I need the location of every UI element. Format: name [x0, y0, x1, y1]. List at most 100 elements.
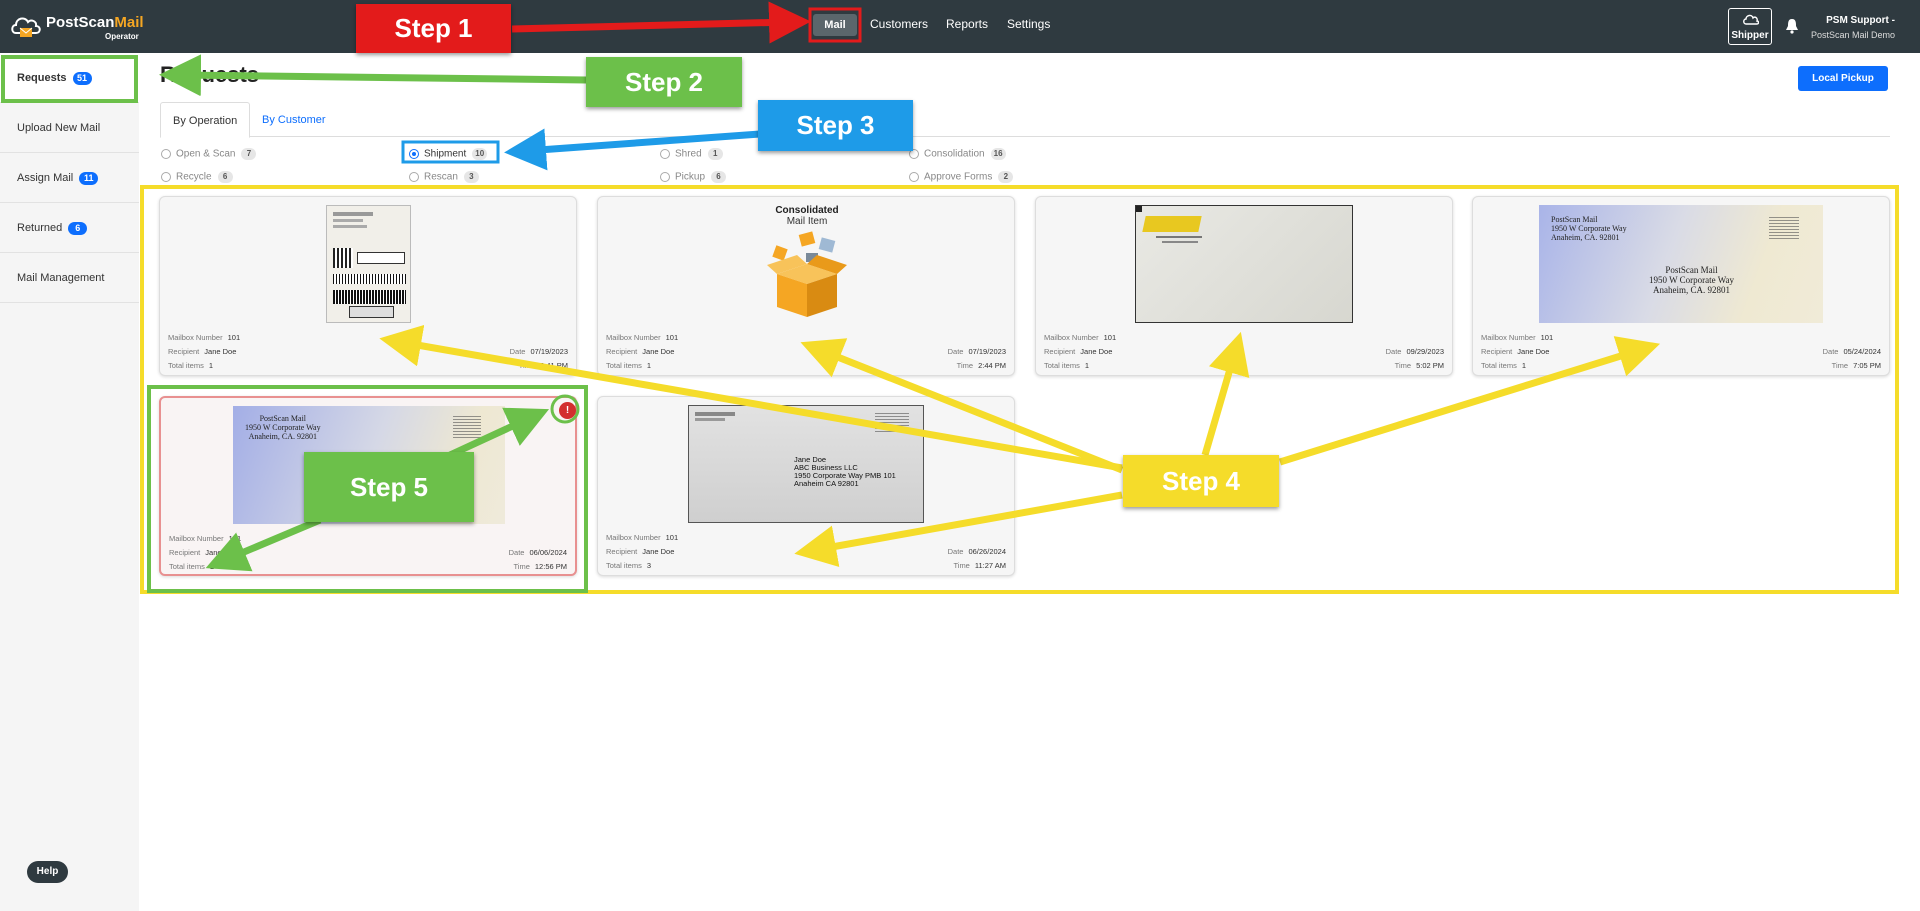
- filter-open-scan[interactable]: Open & Scan 7: [161, 148, 257, 160]
- radio-button[interactable]: [660, 149, 670, 159]
- step4-label: Step 4: [1123, 455, 1279, 507]
- top-navigation-bar: PostScanMail Operator Mail Customers Rep…: [0, 0, 1920, 53]
- radio-button[interactable]: [161, 149, 171, 159]
- user-organization: PostScan Mail Demo: [1810, 30, 1895, 40]
- filter-approve-forms[interactable]: Approve Forms 2: [909, 171, 1014, 183]
- mailbox-number: Mailbox Number 101: [606, 533, 678, 542]
- mail-card[interactable]: Mailbox Number 101 Recipient Jane Doe Tota…: [159, 196, 577, 376]
- meta-value: 2:41 PM: [540, 361, 568, 370]
- page-title: Requests: [160, 62, 260, 87]
- time: Time 2:41 PM: [519, 361, 568, 370]
- mailbox-number: Mailbox Number 101: [168, 333, 240, 342]
- shipper-label: Shipper: [1731, 30, 1769, 41]
- cloud-mail-icon: [11, 17, 41, 37]
- meta-label: Total items: [168, 361, 204, 370]
- consolidated-thumbnail: Consolidated Mail Item: [748, 205, 866, 323]
- local-pickup-button[interactable]: Local Pickup: [1798, 66, 1888, 91]
- meta-label: Total items: [606, 561, 642, 570]
- filter-count: 6: [217, 171, 233, 183]
- logo[interactable]: PostScanMail Operator: [10, 11, 150, 45]
- meta-value: 06/26/2024: [968, 547, 1006, 556]
- total-items: Total items 3: [606, 561, 651, 570]
- bell-icon[interactable]: [1785, 18, 1799, 34]
- filter-shipment[interactable]: Shipment 10: [409, 148, 488, 160]
- recipient-line: Anaheim, CA. 92801: [1653, 285, 1730, 295]
- recipient: Recipient Jane Doe: [1481, 347, 1549, 356]
- meta-value: 05/24/2024: [1843, 347, 1881, 356]
- sidebar-item-returned[interactable]: Returned 6: [0, 203, 139, 253]
- mailbox-number: Mailbox Number 101: [169, 534, 241, 543]
- total-items: Total items 1: [606, 361, 651, 370]
- date: Date 06/26/2024: [948, 547, 1006, 556]
- meta-label: Time: [518, 361, 536, 370]
- step3-label: Step 3: [758, 100, 913, 151]
- meta-label: Time: [1831, 361, 1849, 370]
- radio-button[interactable]: [409, 172, 419, 182]
- filter-pickup[interactable]: Pickup 6: [660, 171, 727, 183]
- meta-label: Recipient: [169, 548, 201, 557]
- sidebar-item-mail-management[interactable]: Mail Management: [0, 253, 139, 303]
- meta-value: Jane Doe: [204, 347, 237, 356]
- meta-value: 101: [665, 333, 679, 342]
- date: Date 09/29/2023: [1386, 347, 1444, 356]
- recipient: Recipient Jane Doe: [606, 547, 674, 556]
- filter-label: Shipment: [424, 148, 467, 160]
- radio-button-selected[interactable]: [409, 149, 419, 159]
- mail-card[interactable]: Consolidated Mail Item Mailbox Number 101…: [597, 196, 1015, 376]
- box-icon: [767, 231, 847, 317]
- radio-button[interactable]: [161, 172, 171, 182]
- filter-count: 6: [711, 171, 727, 183]
- sidebar-item-label: Upload New Mail: [17, 122, 101, 134]
- mail-card[interactable]: Jane Doe ABC Business LLC 1950 Corporate…: [597, 396, 1015, 576]
- filter-count: 7: [241, 148, 257, 160]
- tab-by-operation[interactable]: By Operation: [160, 102, 251, 138]
- meta-label: Total items: [169, 562, 205, 571]
- tab-by-customer[interactable]: By Customer: [250, 102, 338, 138]
- date: Date 05/24/2024: [1823, 347, 1881, 356]
- meta-label: Total items: [1044, 361, 1080, 370]
- alert-icon[interactable]: !: [559, 402, 576, 419]
- mailbox-number: Mailbox Number 101: [1044, 333, 1116, 342]
- sidebar-item-upload-new-mail[interactable]: Upload New Mail: [0, 103, 139, 153]
- meta-label: Date: [947, 547, 964, 556]
- help-button[interactable]: Help: [27, 861, 68, 883]
- mail-card[interactable]: PostScan Mail 1950 W Corporate Way Anahe…: [1472, 196, 1890, 376]
- mail-card[interactable]: Mailbox Number 101 Recipient Jane Doe Tota…: [1035, 196, 1453, 376]
- filter-consolidation[interactable]: Consolidation 16: [909, 148, 1006, 160]
- recipient-line: PostScan Mail: [1665, 265, 1718, 275]
- meta-label: Recipient: [606, 347, 638, 356]
- filter-shred[interactable]: Shred 1: [660, 148, 723, 160]
- filter-recycle[interactable]: Recycle 6: [161, 171, 233, 183]
- nav-reports[interactable]: Reports: [946, 17, 988, 31]
- time: Time 11:27 AM: [953, 561, 1006, 570]
- filter-label: Recycle: [176, 171, 212, 183]
- sender-line: 1950 W Corporate Way: [245, 423, 321, 432]
- nav-mail[interactable]: Mail: [813, 14, 857, 36]
- time: Time 2:44 PM: [957, 361, 1006, 370]
- nav-customers[interactable]: Customers: [870, 17, 928, 31]
- total-items: Total items 1: [1481, 361, 1526, 370]
- radio-button[interactable]: [909, 172, 919, 182]
- shipper-button[interactable]: Shipper: [1728, 8, 1772, 45]
- recipient: Recipient Jane Doe: [168, 347, 236, 356]
- meta-value: 101: [665, 533, 679, 542]
- filter-rescan[interactable]: Rescan 3: [409, 171, 479, 183]
- meta-value: Jane Doe: [205, 548, 238, 557]
- meta-label: Total items: [1481, 361, 1517, 370]
- filter-label: Open & Scan: [176, 148, 236, 160]
- recipient: Recipient Jane Doe: [606, 347, 674, 356]
- nav-settings[interactable]: Settings: [1007, 17, 1050, 31]
- sidebar-item-assign-mail[interactable]: Assign Mail 11: [0, 153, 139, 203]
- meta-value: 101: [227, 333, 241, 342]
- sender-line: Anaheim, CA. 92801: [248, 432, 317, 441]
- recipient: Recipient Jane Doe: [169, 548, 237, 557]
- sidebar-item-requests[interactable]: Requests 51: [0, 53, 139, 103]
- user-menu[interactable]: PSM Support - PostScan Mail Demo: [1811, 14, 1895, 42]
- meta-label: Recipient: [606, 547, 638, 556]
- meta-value: 101: [1103, 333, 1117, 342]
- sender-line: PostScan Mail: [259, 414, 307, 423]
- postmark: [453, 416, 481, 438]
- radio-button[interactable]: [660, 172, 670, 182]
- recipient-line: Anaheim CA 92801: [794, 479, 859, 488]
- meta-label: Recipient: [1044, 347, 1076, 356]
